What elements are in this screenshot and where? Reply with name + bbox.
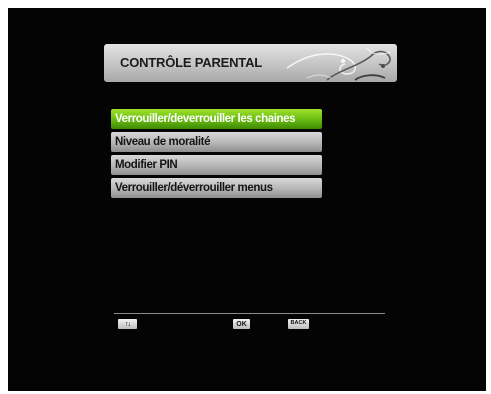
page-title: CONTRÔLE PARENTAL [120, 55, 262, 70]
tv-screen: CONTRÔLE PARENTAL Verrouiller/deverrouil… [8, 8, 486, 391]
menu-item-label: Verrouiller/deverrouiller les chaines [115, 113, 296, 125]
menu-item-lock-channels[interactable]: Verrouiller/deverrouiller les chaines [111, 109, 322, 129]
menu-item-label: Niveau de moralité [115, 136, 211, 148]
menu-item-morality-level[interactable]: Niveau de moralité [111, 132, 322, 152]
menu-item-change-pin[interactable]: Modifier PIN [111, 155, 322, 175]
back-key-hint: BACK [288, 319, 309, 329]
menu-item-lock-menus[interactable]: Verrouiller/déverrouiller menus [111, 178, 322, 198]
menu-list: Verrouiller/deverrouiller les chaines Ni… [111, 109, 322, 201]
up-down-arrows-icon: ↑↓ [118, 319, 137, 329]
swirl-ornament-icon [286, 47, 392, 81]
footer-divider [114, 313, 385, 314]
menu-item-label: Modifier PIN [115, 159, 178, 171]
ok-key-hint: OK [233, 319, 250, 329]
menu-item-label: Verrouiller/déverrouiller menus [115, 182, 273, 194]
title-bar: CONTRÔLE PARENTAL [104, 44, 397, 82]
